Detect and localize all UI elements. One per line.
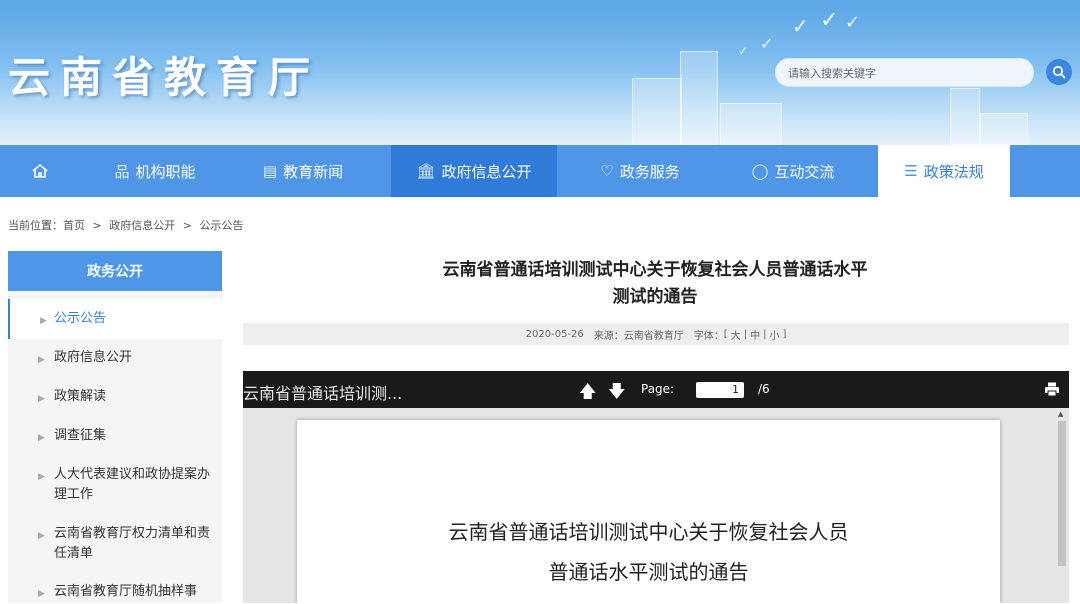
previous-page-arrow-icon[interactable]: 🡅: [579, 379, 596, 408]
sidebar-item-label: 云南省教育厅权力清单和责任清单: [54, 526, 211, 561]
article-title: 云南省普通话培训测试中心关于恢复社会人员普通话水平 测试的通告: [380, 257, 930, 311]
breadcrumb-separator: >: [92, 219, 102, 232]
sidebar-item-survey[interactable]: ▶ 调查征集: [8, 417, 222, 456]
building-graphic: [680, 51, 718, 145]
pdf-document-name: 云南省普通话培训测...: [243, 384, 403, 403]
pdf-page-title: 云南省普通话培训测试中心关于恢复社会人员 普通话水平测试的通告: [297, 512, 1000, 592]
chat-icon: ◯: [751, 162, 769, 180]
news-icon: ▤: [262, 162, 278, 180]
chevron-right-icon: ▶: [38, 531, 45, 541]
article-title-line2: 测试的通告: [612, 287, 698, 307]
breadcrumb-prefix: 当前位置：: [8, 219, 63, 232]
pdf-viewer: 云南省普通话培训测... 🡅 🡇 Page: 1 /6 云南省普通话培训测试中心…: [243, 371, 1069, 603]
font-size-medium[interactable]: 中: [750, 327, 760, 342]
sidebar-item-label: 调查征集: [54, 428, 107, 443]
building-graphic: [632, 78, 682, 145]
pdf-page-title-line1: 云南省普通话培训测试中心关于恢复社会人员: [448, 520, 849, 544]
search-button[interactable]: [1046, 59, 1072, 85]
bird-icon: ✓: [760, 34, 774, 53]
breadcrumb: 当前位置：首页 > 政府信息公开 > 公示公告: [8, 217, 243, 233]
nav-item-gov-services[interactable]: ♡ 政务服务: [575, 145, 705, 197]
nav-item-label: 政策法规: [923, 162, 984, 181]
list-icon: ☰: [904, 162, 918, 180]
nav-item-org-functions[interactable]: 品 机构职能: [90, 145, 220, 197]
pdf-scrollbar[interactable]: ▲: [1055, 408, 1069, 603]
nav-item-policy[interactable]: ☰ 政策法规: [878, 145, 1010, 197]
bracket-open: [: [723, 328, 728, 340]
bird-icon: ✓: [792, 14, 809, 38]
sidebar: 政务公开 ▶ 公示公告 ▶ 政府信息公开 ▶ 政策解读 ▶ 调查征集 ▶ 人大代…: [8, 251, 222, 603]
source-label: 来源：: [593, 330, 624, 342]
search-placeholder: 请输入搜索关键字: [788, 66, 876, 80]
chevron-right-icon: ▶: [40, 316, 47, 326]
building-graphic: [950, 88, 980, 145]
pdf-toolbar: 云南省普通话培训测... 🡅 🡇 Page: 1 /6: [243, 371, 1069, 408]
next-page-arrow-icon[interactable]: 🡇: [608, 379, 625, 408]
page-number-input[interactable]: 1: [696, 382, 744, 398]
building-graphic: [720, 103, 782, 145]
font-size-large[interactable]: 大: [731, 327, 741, 342]
chevron-right-icon: ▶: [38, 394, 45, 404]
sidebar-item-gov-info[interactable]: ▶ 政府信息公开: [8, 339, 222, 378]
main-nav: 品 机构职能 ▤ 教育新闻 🏛 政府信息公开 ♡ 政务服务 ◯ 互动交流 ☰ 政…: [0, 145, 1080, 197]
sidebar-item-label: 人大代表建议和政协提案办理工作: [54, 467, 211, 502]
sidebar-item-label: 云南省教育厅随机抽样事: [54, 584, 198, 599]
nav-item-label: 政务服务: [619, 162, 680, 181]
page-total: /6: [758, 382, 770, 396]
chevron-right-icon: ▶: [38, 355, 45, 365]
sidebar-title: 政务公开: [8, 251, 222, 291]
nav-item-label: 教育新闻: [283, 162, 344, 181]
article-meta: 2020-05-26 来源： 云南省教育厅 字体： [ 大 | 中 | 小 ]: [243, 323, 1069, 345]
search-input[interactable]: 请输入搜索关键字: [775, 58, 1034, 87]
sidebar-item-random-sampling[interactable]: ▶ 云南省教育厅随机抽样事: [8, 574, 222, 602]
bird-icon: ✓: [738, 44, 749, 58]
font-size-label: 字体：: [693, 330, 724, 342]
sidebar-item-label: 公示公告: [54, 311, 107, 326]
sidebar-item-proposals[interactable]: ▶ 人大代表建议和政协提案办理工作: [8, 456, 222, 515]
breadcrumb-home[interactable]: 首页: [63, 219, 85, 232]
heart-hands-icon: ♡: [600, 162, 614, 180]
sidebar-item-policy-interpretation[interactable]: ▶ 政策解读: [8, 378, 222, 417]
sidebar-item-power-list[interactable]: ▶ 云南省教育厅权力清单和责任清单: [8, 515, 222, 574]
pdf-page: 云南省普通话培训测试中心关于恢复社会人员 普通话水平测试的通告: [297, 420, 1000, 603]
nav-item-education-news[interactable]: ▤ 教育新闻: [238, 145, 368, 197]
nav-item-interaction[interactable]: ◯ 互动交流: [728, 145, 858, 197]
building-graphic: [980, 113, 1028, 145]
nav-item-label: 政府信息公开: [441, 162, 532, 181]
chevron-right-icon: ▶: [38, 472, 45, 482]
chevron-right-icon: ▶: [38, 589, 45, 599]
site-header: 云南省教育厅 ✓ ✓ ✓ ✓ ✓ 请输入搜索关键字: [0, 0, 1080, 145]
site-title[interactable]: 云南省教育厅: [8, 44, 320, 105]
article-date: 2020-05-26: [525, 328, 584, 340]
bird-icon: ✓: [820, 8, 839, 33]
font-size-small[interactable]: 小: [769, 327, 779, 342]
article-title-line1: 云南省普通话培训测试中心关于恢复社会人员普通话水平: [442, 260, 868, 280]
sidebar-item-label: 政府信息公开: [54, 350, 133, 365]
bracket-close: ]: [782, 328, 787, 340]
org-chart-icon: 品: [114, 162, 130, 181]
government-building-icon: 🏛: [416, 162, 436, 180]
scroll-up-arrow-icon[interactable]: ▲: [1058, 410, 1063, 418]
pdf-page-title-line2: 普通话水平测试的通告: [548, 560, 749, 584]
breadcrumb-notices[interactable]: 公示公告: [199, 219, 243, 232]
home-icon: [32, 163, 48, 178]
nav-item-gov-info[interactable]: 🏛 政府信息公开: [391, 145, 557, 197]
article-source: 云南省教育厅: [623, 330, 684, 342]
search-icon: [1052, 65, 1066, 79]
breadcrumb-gov-info[interactable]: 政府信息公开: [109, 219, 175, 232]
bird-icon: ✓: [845, 12, 861, 33]
print-icon[interactable]: [1044, 381, 1060, 397]
sidebar-item-label: 政策解读: [54, 389, 107, 404]
sidebar-item-notices[interactable]: ▶ 公示公告: [8, 299, 222, 339]
nav-item-label: 互动交流: [774, 162, 835, 181]
chevron-right-icon: ▶: [38, 433, 45, 443]
nav-item-label: 机构职能: [135, 162, 196, 181]
nav-home[interactable]: [0, 145, 80, 197]
pdf-scrollbar-thumb[interactable]: [1058, 421, 1066, 566]
page-label: Page:: [641, 382, 675, 396]
breadcrumb-separator: >: [182, 219, 192, 232]
